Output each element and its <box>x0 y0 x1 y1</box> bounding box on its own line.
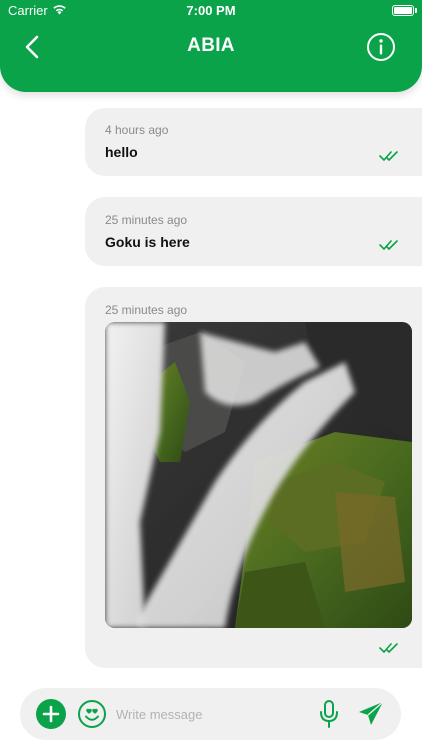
chat-screen: Carrier 7:00 PM ABIA 4 hours ago hello 2… <box>0 0 422 750</box>
message-text: Goku is here <box>105 234 190 250</box>
message-text: hello <box>105 144 138 160</box>
battery-icon <box>392 5 414 16</box>
message-bubble[interactable]: 25 minutes ago <box>85 287 422 668</box>
emoji-heart-eyes-icon[interactable] <box>77 699 107 729</box>
chat-title: ABIA <box>187 35 235 56</box>
double-check-icon <box>379 151 398 161</box>
message-timestamp: 25 minutes ago <box>105 303 188 317</box>
microphone-icon[interactable] <box>318 699 340 729</box>
message-bubble[interactable]: 25 minutes ago Goku is here <box>85 197 422 266</box>
double-check-icon <box>379 643 398 653</box>
battery-nub <box>415 8 417 13</box>
double-check-icon <box>379 240 398 250</box>
plus-icon <box>42 705 60 723</box>
info-icon[interactable] <box>366 32 396 62</box>
add-attachment-button[interactable] <box>36 699 66 729</box>
message-timestamp: 4 hours ago <box>105 123 169 137</box>
chat-header: Carrier 7:00 PM ABIA <box>0 0 422 92</box>
send-icon[interactable] <box>357 700 385 728</box>
message-bubble[interactable]: 4 hours ago hello <box>85 108 422 176</box>
message-input[interactable] <box>116 702 306 726</box>
status-bar: Carrier 7:00 PM <box>0 0 422 22</box>
message-timestamp: 25 minutes ago <box>105 213 188 227</box>
message-composer <box>20 688 401 740</box>
waterfall-photo[interactable] <box>105 322 412 628</box>
status-time: 7:00 PM <box>186 3 236 18</box>
